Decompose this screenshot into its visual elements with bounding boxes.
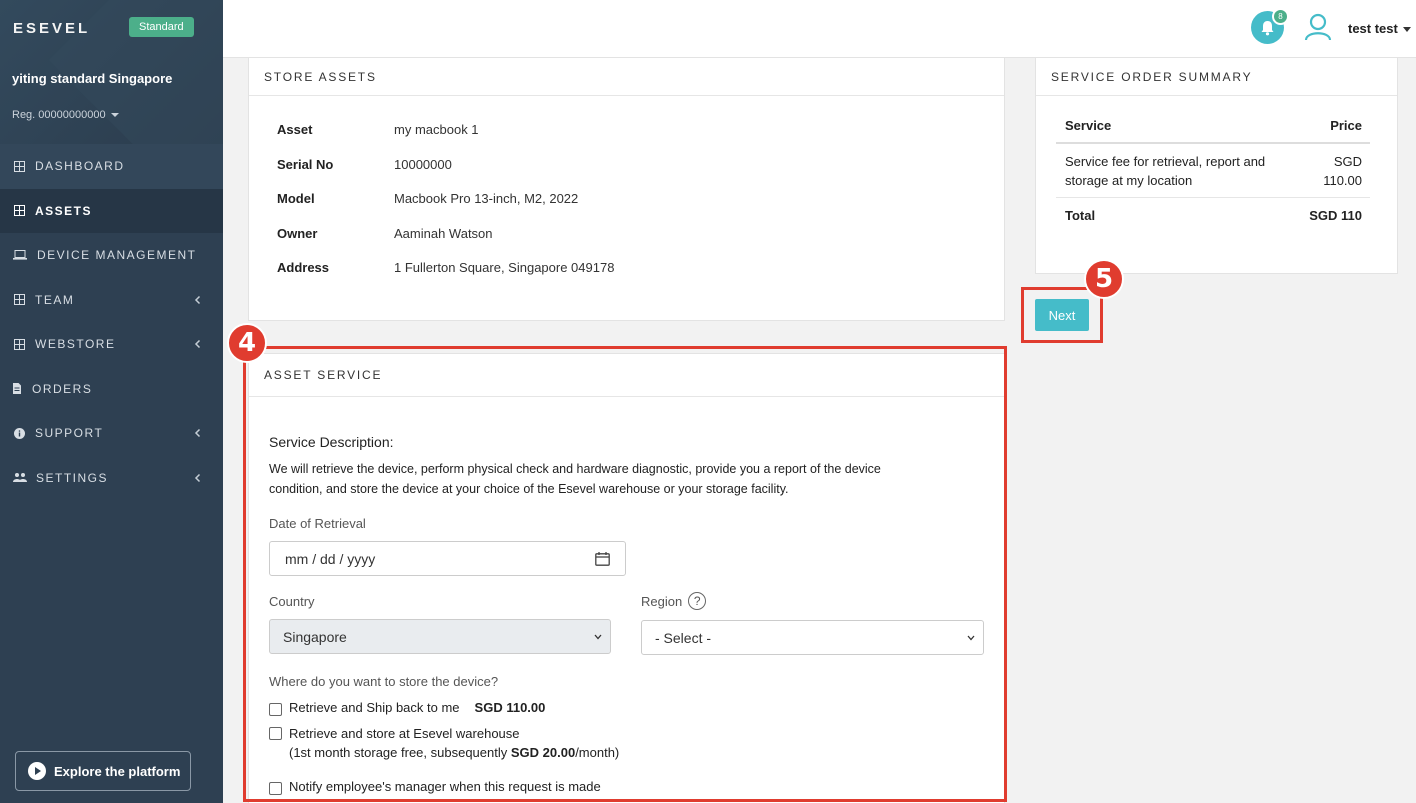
table-row: Model Macbook Pro 13-inch, M2, 2022 — [277, 191, 614, 226]
summary-table: Service Price Service fee for retrieval,… — [1056, 110, 1370, 223]
sidebar-item-settings[interactable]: SETTINGS — [0, 456, 223, 501]
top-bar: 8 test test — [223, 0, 1416, 58]
user-name: test test — [1348, 21, 1398, 36]
highlight-box-asset-service — [243, 346, 1007, 802]
chevron-left-icon — [194, 340, 201, 349]
table-row: Serial No 10000000 — [277, 157, 614, 192]
step-marker-4: 4 — [227, 323, 267, 363]
sidebar-item-dashboard[interactable]: DASHBOARD — [0, 144, 223, 189]
sidebar-item-label: SETTINGS — [36, 470, 109, 485]
chevron-left-icon — [194, 473, 201, 482]
grid-icon — [12, 338, 26, 350]
plan-badge: Standard — [129, 17, 194, 37]
asset-value: 10000000 — [394, 156, 452, 172]
sidebar-item-label: DEVICE MANAGEMENT — [37, 248, 197, 263]
caret-down-icon — [1402, 27, 1411, 33]
summary-total-value: SGD 110 — [1309, 208, 1362, 223]
user-menu[interactable]: test test — [1348, 21, 1411, 36]
table-row: Asset my macbook 1 — [277, 122, 614, 157]
grid-icon — [12, 160, 26, 172]
summary-total-label: Total — [1065, 208, 1096, 223]
asset-key: Model — [277, 191, 315, 206]
asset-key: Asset — [277, 122, 313, 137]
store-assets-card: STORE ASSETS Asset my macbook 1 Serial No… — [248, 58, 1005, 321]
highlight-box-next — [1021, 287, 1103, 343]
summary-header-row: Service Price — [1056, 110, 1370, 144]
table-row: Service fee for retrieval, report and st… — [1056, 144, 1370, 198]
sidebar-item-label: ORDERS — [32, 381, 93, 396]
service-order-summary-card: SERVICE ORDER SUMMARY Service Price Serv… — [1035, 58, 1398, 274]
asset-key: Address — [277, 260, 330, 275]
sidebar-item-label: SUPPORT — [35, 426, 104, 441]
brand-logo[interactable]: ESEVEL — [13, 20, 90, 37]
asset-key: Serial No — [277, 156, 334, 172]
document-icon — [12, 383, 22, 395]
asset-value: Aaminah Watson — [394, 225, 493, 241]
summary-col-price: Price — [1330, 118, 1362, 133]
sidebar-item-orders[interactable]: ORDERS — [0, 367, 223, 412]
step-marker-5: 5 — [1084, 259, 1124, 299]
summary-total-row: Total SGD 110 — [1056, 198, 1370, 223]
sidebar-item-assets[interactable]: ASSETS — [0, 188, 223, 233]
summary-price: SGD 110.00 — [1323, 152, 1362, 190]
chevron-left-icon — [194, 429, 201, 438]
org-name: yiting standard Singapore — [12, 71, 173, 86]
grid-icon — [12, 294, 26, 306]
asset-value: 1 Fullerton Square, Singapore 049178 — [394, 260, 615, 275]
asset-value: my macbook 1 — [394, 122, 479, 137]
org-switcher[interactable]: Reg. 00000000000 — [12, 109, 119, 121]
table-row: Address 1 Fullerton Square, Singapore 049… — [277, 260, 614, 295]
summary-price-amount: 110.00 — [1323, 173, 1362, 188]
sidebar: ESEVEL Standard yiting standard Singapor… — [0, 0, 223, 803]
chevron-left-icon — [194, 295, 201, 304]
summary-title: SERVICE ORDER SUMMARY — [1036, 58, 1397, 96]
caret-down-icon — [110, 113, 119, 118]
users-icon — [12, 472, 27, 484]
notification-count-badge: 8 — [1272, 8, 1289, 25]
asset-value: Macbook Pro 13-inch, M2, 2022 — [394, 191, 579, 206]
laptop-icon — [12, 249, 28, 261]
sidebar-item-team[interactable]: TEAM — [0, 278, 223, 323]
asset-key: Owner — [277, 225, 318, 241]
sidebar-item-device-management[interactable]: DEVICE MANAGEMENT — [0, 233, 223, 278]
summary-price-currency: SGD — [1333, 154, 1362, 169]
sidebar-item-webstore[interactable]: WEBSTORE — [0, 322, 223, 367]
info-icon — [12, 427, 26, 439]
asset-details-table: Asset my macbook 1 Serial No 10000000 Mode… — [277, 122, 614, 295]
sidebar-nav: DASHBOARD ASSETS DEVICE MANAGEMENT TEAM … — [0, 144, 223, 500]
grid-icon — [12, 205, 26, 217]
explore-platform-button[interactable]: Explore the platform — [15, 751, 191, 791]
table-row: Owner Aaminah Watson — [277, 226, 614, 261]
sidebar-item-label: ASSETS — [35, 203, 93, 218]
org-reg-number: Reg. 00000000000 — [12, 109, 106, 121]
summary-service: Service fee for retrieval, report and st… — [1065, 154, 1266, 188]
user-avatar-icon[interactable] — [1303, 12, 1333, 42]
sidebar-item-label: WEBSTORE — [35, 337, 116, 352]
sidebar-item-label: TEAM — [35, 292, 75, 307]
store-assets-title: STORE ASSETS — [249, 58, 1004, 96]
play-icon — [28, 762, 46, 780]
explore-platform-label: Explore the platform — [54, 763, 181, 779]
bell-icon — [1261, 20, 1274, 35]
sidebar-item-support[interactable]: SUPPORT — [0, 411, 223, 456]
sidebar-item-label: DASHBOARD — [35, 159, 125, 174]
summary-col-service: Service — [1065, 118, 1112, 133]
